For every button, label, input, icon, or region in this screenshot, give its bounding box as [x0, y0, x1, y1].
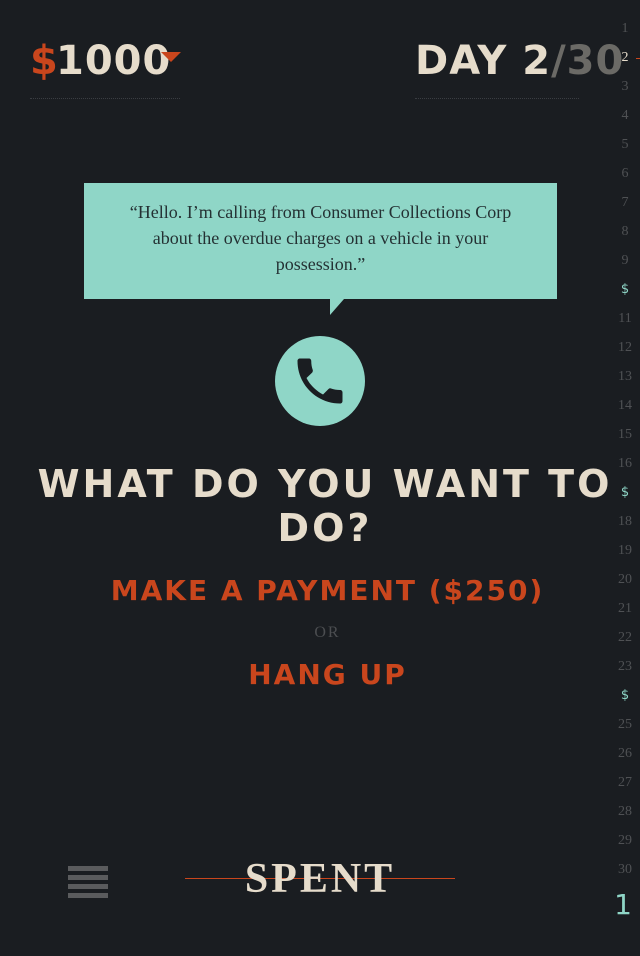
rail-day: 15 [618, 427, 632, 442]
rail-day: 14 [618, 398, 632, 413]
rail-day: 9 [621, 253, 629, 268]
rail-day: 2 [610, 43, 640, 72]
rail-day: 5 [621, 137, 629, 152]
rail-payment-day: $ [620, 688, 630, 703]
rail-day: 22 [618, 630, 632, 645]
rail-day: 20 [618, 572, 632, 587]
spent-logo: SPENT [185, 858, 455, 902]
caller-quote: “Hello. I’m calling from Consumer Collec… [129, 202, 512, 274]
rail-day: 12 [618, 340, 632, 355]
rail-day: 11 [618, 311, 632, 326]
or-divider: OR [314, 624, 341, 641]
balance-amount: 1000 [56, 38, 172, 84]
rail-day: 30 [618, 862, 632, 877]
rail-day: 27 [618, 775, 632, 790]
rail-day: 8 [621, 224, 629, 239]
rail-day: 26 [618, 746, 632, 761]
currency-symbol: $ [30, 38, 58, 84]
current-day: DAY 2 [415, 38, 552, 84]
rail-day: 25 [618, 717, 632, 732]
rail-day: 28 [618, 804, 632, 819]
day-rail: 1 2 3 4 5 6 7 8 9 $11 12 13 14 15 16 $18 19 20 21 22 23 $25 26… [610, 14, 640, 884]
rail-day: 19 [618, 543, 632, 558]
rail-day: 7 [621, 195, 629, 210]
rail-day: 21 [618, 601, 632, 616]
menu-icon[interactable] [68, 866, 108, 898]
rail-day: 4 [621, 108, 629, 123]
hang-up-button[interactable]: HANG UP [0, 658, 640, 691]
rail-day: 3 [621, 79, 629, 94]
rail-day: 29 [618, 833, 632, 848]
day-separator: / [551, 38, 567, 84]
make-payment-button[interactable]: MAKE A PAYMENT ($250) [0, 574, 640, 607]
rail-day: 13 [618, 369, 632, 384]
rail-payment-day: $ [620, 282, 630, 297]
rail-day: 16 [618, 456, 632, 471]
caret-down-icon[interactable] [161, 52, 181, 62]
phone-icon [275, 336, 365, 426]
rail-payment-day: $ [620, 485, 630, 500]
rail-day: 23 [618, 659, 632, 674]
day-counter: DAY 2/30 [415, 38, 623, 99]
rail-day: 18 [618, 514, 632, 529]
logo-text: SPENT [244, 856, 396, 902]
rail-day: 1 [621, 21, 629, 36]
speech-bubble: “Hello. I’m calling from Consumer Collec… [84, 183, 557, 315]
balance-display: $ 1000 [30, 38, 181, 99]
rail-day: 6 [621, 166, 629, 181]
question-heading: WHAT DO YOU WANT TO DO? [37, 462, 613, 550]
rail-big-number: 1 [614, 888, 632, 921]
